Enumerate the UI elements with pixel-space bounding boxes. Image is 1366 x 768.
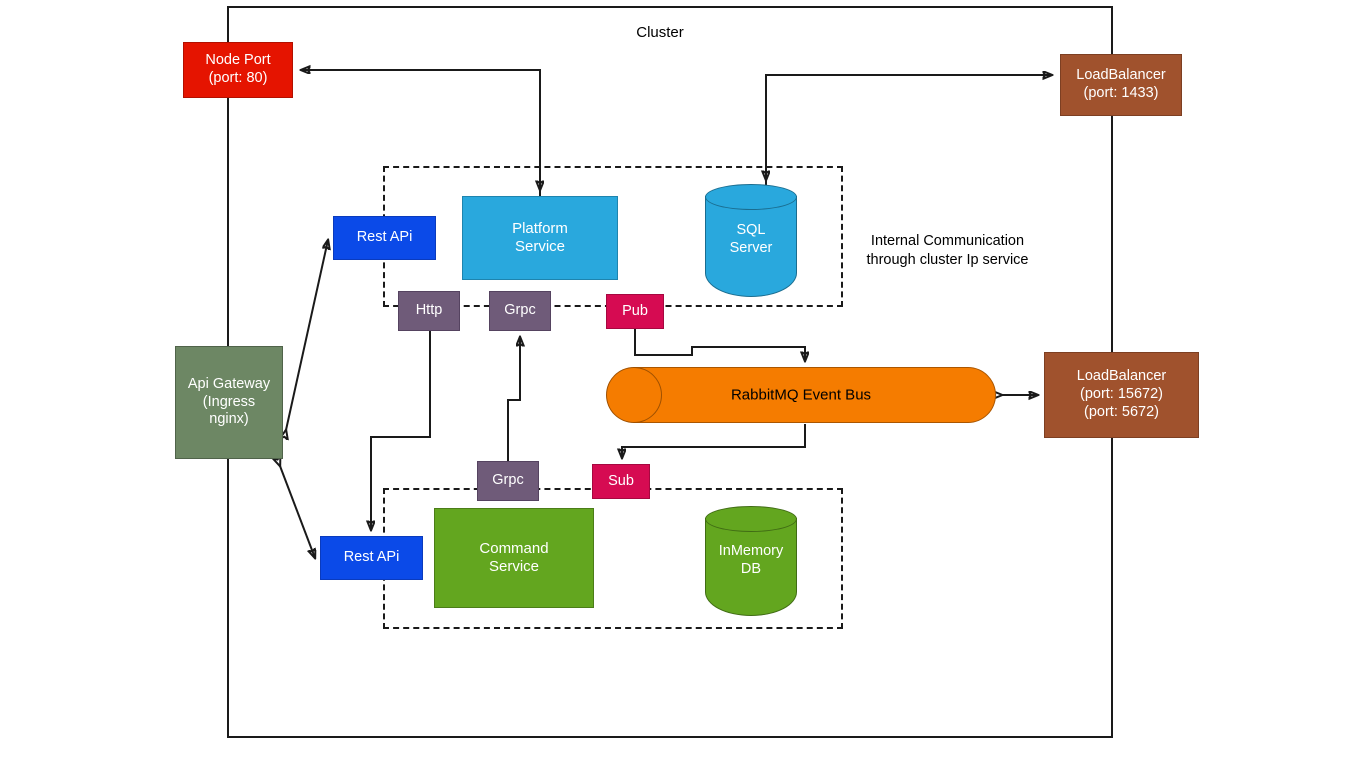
load-balancer-sql-box[interactable]: LoadBalancer (port: 1433): [1060, 54, 1182, 116]
load-balancer-rabbitmq-box[interactable]: LoadBalancer (port: 15672) (port: 5672): [1044, 352, 1199, 438]
http-tag-label: Http: [415, 302, 443, 319]
http-protocol-tag[interactable]: Http: [398, 291, 460, 331]
wire-gateway-to-rest-api-bottom: [280, 466, 315, 558]
wire-pub-to-eventbus: [634, 329, 805, 361]
lb-sql-line-2: (port: 1433): [1083, 85, 1159, 101]
node-port-box[interactable]: Node Port (port: 80): [183, 42, 293, 98]
command-service-line-1: Command: [479, 539, 549, 557]
pub-tag[interactable]: Pub: [606, 294, 664, 329]
wire-http-to-rest-api-bottom: [371, 331, 431, 530]
wire-grpc-bottom-to-grpc-top: [507, 337, 520, 461]
lb-sql-line-1: LoadBalancer: [1076, 67, 1166, 84]
sql-server-line-2: Server: [729, 239, 773, 256]
platform-service-box[interactable]: Platform Service: [462, 196, 618, 280]
rest-api-platform-label: Rest APi: [356, 229, 413, 246]
inmemory-db-line-1: InMemory: [718, 542, 784, 559]
rest-api-platform-box[interactable]: Rest APi: [333, 216, 436, 260]
grpc-tag-top-label: Grpc: [504, 302, 536, 319]
sub-tag[interactable]: Sub: [592, 464, 650, 499]
api-gateway-line-3: nginx): [209, 411, 249, 428]
platform-service-line-2: Service: [514, 238, 566, 255]
sql-server-line-1: SQL: [736, 222, 766, 239]
rest-api-command-box[interactable]: Rest APi: [320, 536, 423, 580]
wire-eventbus-to-sub: [622, 424, 806, 458]
lb-rabbit-line-2: (port: 15672): [1079, 386, 1164, 403]
command-service-line-2: Service: [488, 558, 540, 575]
rabbitmq-event-bus[interactable]: RabbitMQ Event Bus: [606, 367, 996, 423]
sql-server-label: SQL Server: [705, 222, 797, 257]
wire-platform-to-nodeport: [301, 70, 541, 196]
sub-tag-label: Sub: [608, 472, 634, 489]
rest-api-command-label: Rest APi: [343, 549, 400, 566]
event-bus-label: RabbitMQ Event Bus: [730, 386, 872, 404]
grpc-tag-bottom-label: Grpc: [492, 472, 524, 489]
grpc-protocol-tag-platform[interactable]: Grpc: [489, 291, 551, 331]
platform-service-line-1: Platform: [512, 219, 568, 237]
node-port-line-1: Node Port: [205, 52, 271, 69]
inmemory-database[interactable]: InMemory DB: [705, 506, 797, 616]
inmemory-db-line-2: DB: [740, 560, 762, 577]
grpc-protocol-tag-command[interactable]: Grpc: [477, 461, 539, 501]
pub-tag-label: Pub: [622, 302, 648, 319]
api-gateway-line-1: Api Gateway: [187, 375, 271, 392]
sql-server-cylinder-top: [705, 184, 797, 210]
lb-rabbit-line-3: (port: 5672): [1084, 403, 1159, 420]
architecture-diagram-canvas: Cluster Internal Communication through c…: [0, 0, 1366, 768]
sql-server-database[interactable]: SQL Server: [705, 184, 797, 297]
lb-rabbit-line-1: LoadBalancer: [1076, 368, 1167, 385]
wire-gateway-to-rest-api-top: [286, 240, 328, 430]
api-gateway-line-2: (Ingress: [202, 393, 256, 410]
wire-sql-to-loadbalancer: [765, 75, 1052, 185]
command-service-box[interactable]: Command Service: [434, 508, 594, 608]
inmemory-db-label: InMemory DB: [705, 543, 797, 578]
api-gateway-box[interactable]: Api Gateway (Ingress nginx): [175, 346, 283, 459]
inmemory-db-cylinder-top: [705, 506, 797, 532]
node-port-line-2: (port: 80): [208, 70, 268, 86]
